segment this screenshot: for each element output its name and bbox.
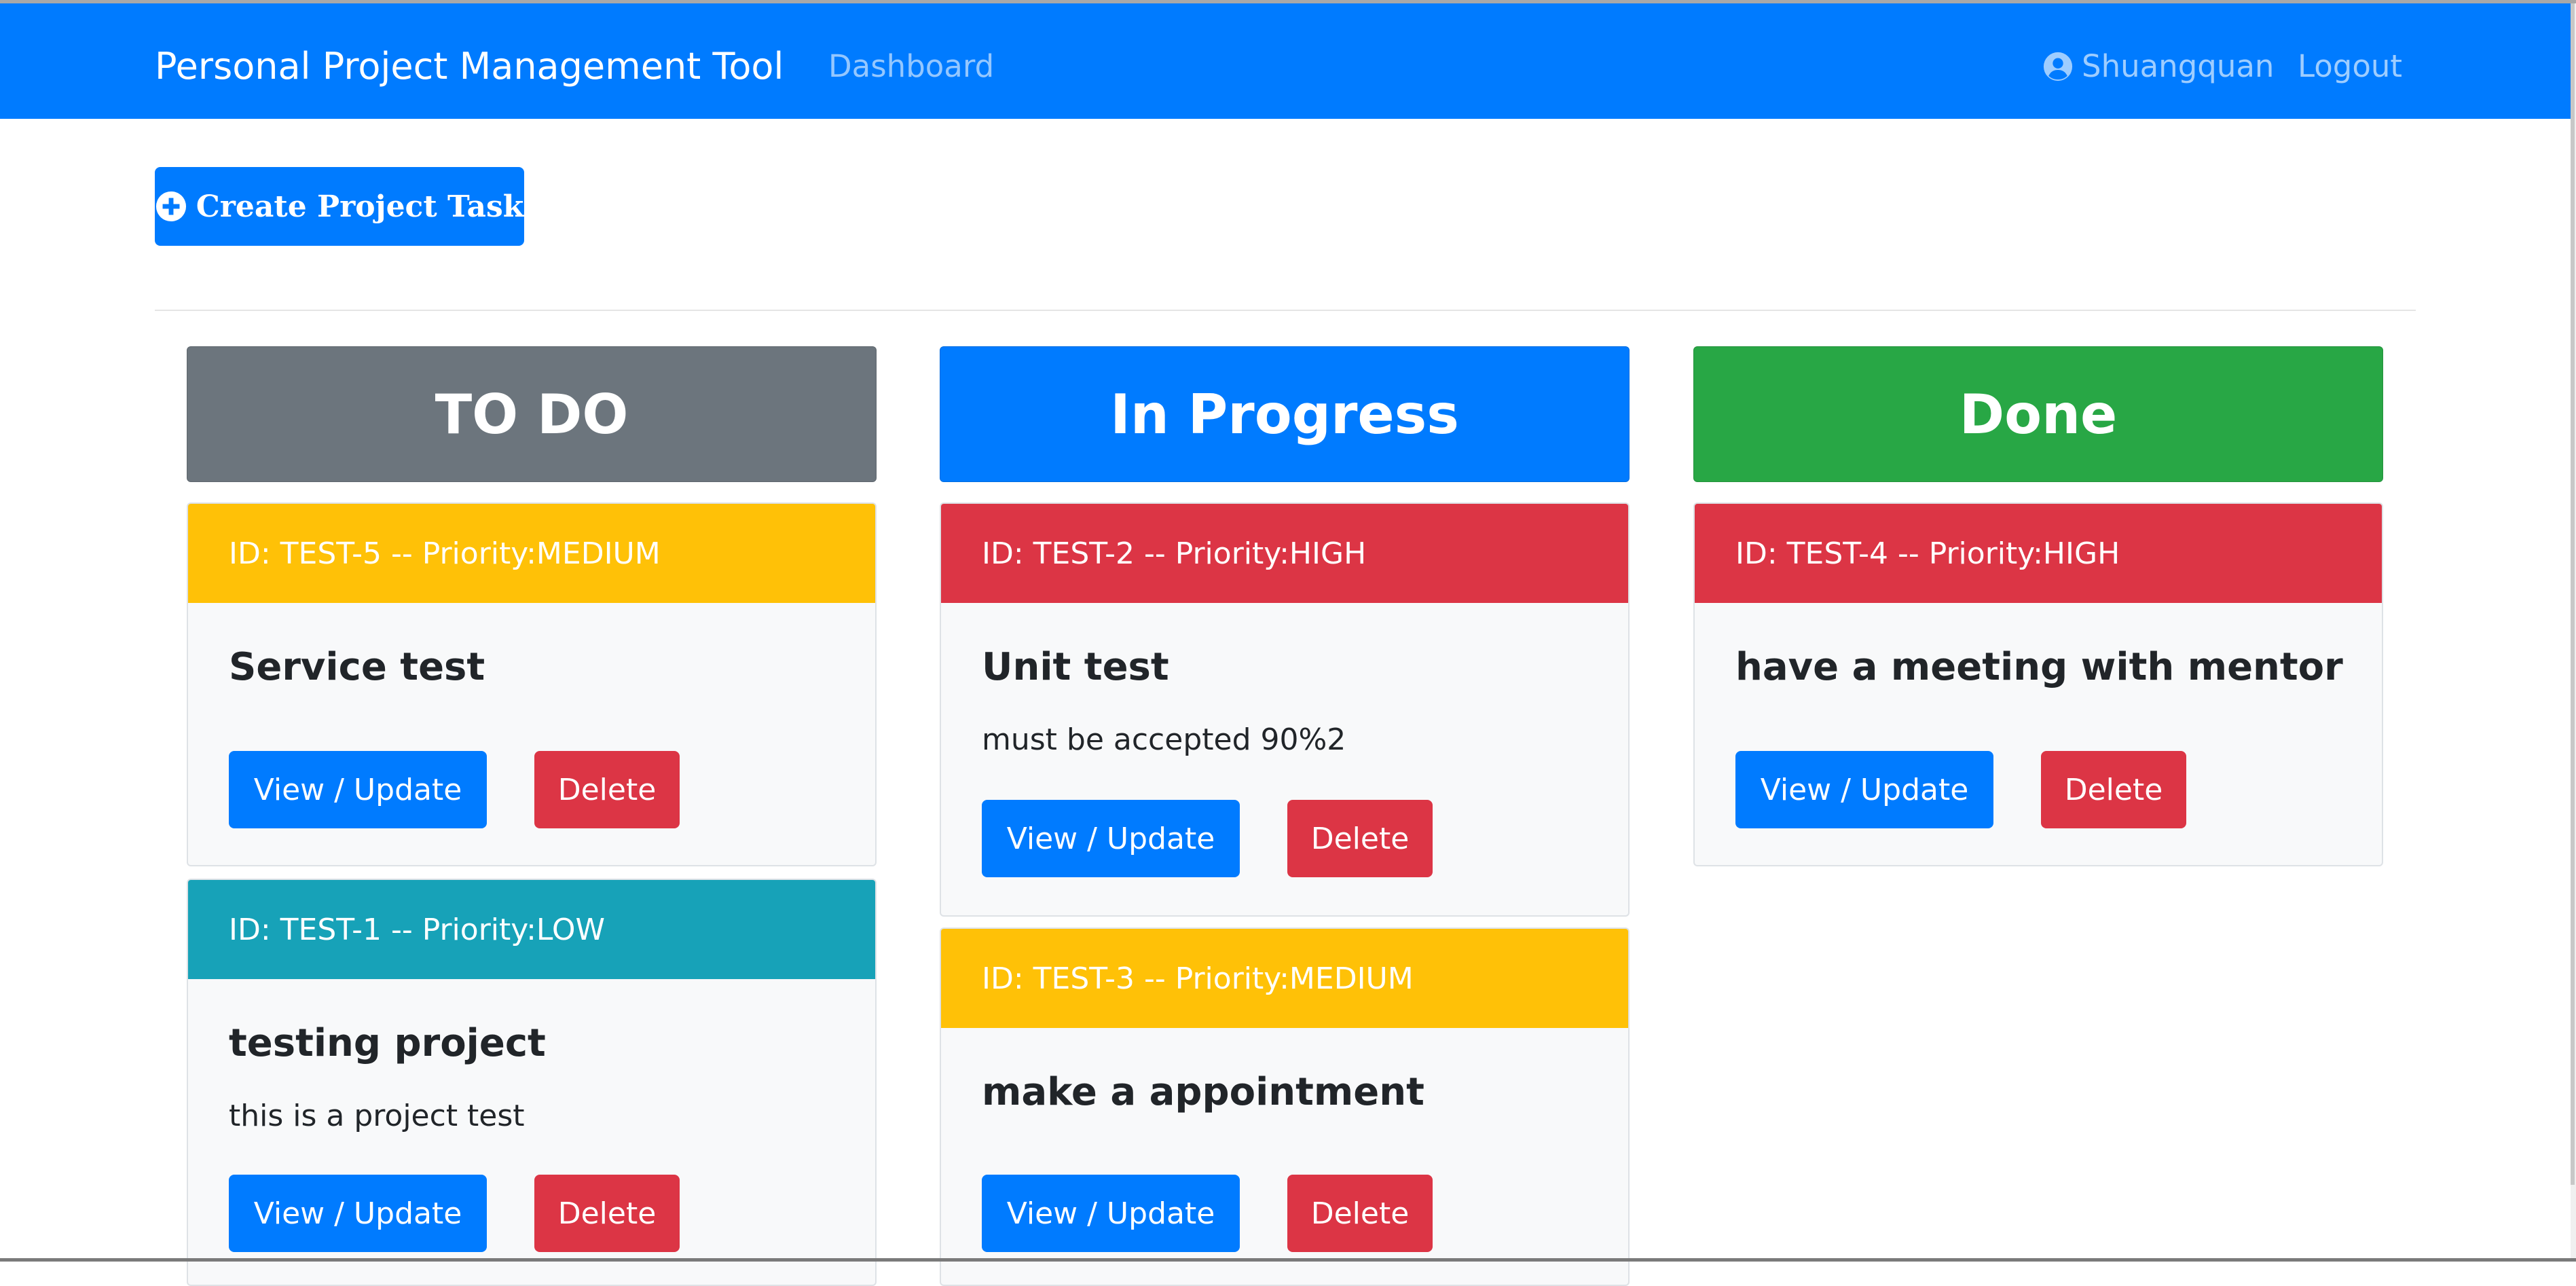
- view-update-button[interactable]: View / Update: [1735, 751, 1993, 828]
- task-card: ID: TEST-4 -- Priority:HIGH have a meeti…: [1693, 502, 2383, 866]
- create-project-task-button[interactable]: Create Project Task: [155, 167, 524, 246]
- delete-button[interactable]: Delete: [2041, 751, 2186, 828]
- task-card: ID: TEST-3 -- Priority:MEDIUM make a app…: [940, 927, 1630, 1286]
- task-card: ID: TEST-5 -- Priority:MEDIUM Service te…: [187, 502, 877, 866]
- task-card: ID: TEST-2 -- Priority:HIGH Unit test mu…: [940, 502, 1630, 917]
- brand-link[interactable]: Personal Project Management Tool: [155, 44, 784, 89]
- task-card-header: ID: TEST-1 -- Priority:LOW: [188, 880, 875, 979]
- view-update-button[interactable]: View / Update: [229, 751, 487, 828]
- nav-user-name: Shuangquan: [2082, 48, 2275, 84]
- nav-user-link[interactable]: Shuangquan: [2042, 46, 2274, 87]
- delete-button[interactable]: Delete: [1287, 800, 1433, 877]
- delete-button[interactable]: Delete: [534, 1175, 680, 1252]
- task-card-header: ID: TEST-2 -- Priority:HIGH: [941, 504, 1628, 603]
- user-circle-icon: [2043, 52, 2073, 81]
- navbar: Personal Project Management Tool Dashboa…: [0, 3, 2571, 119]
- task-card-header: ID: TEST-5 -- Priority:MEDIUM: [188, 504, 875, 603]
- task-card: ID: TEST-1 -- Priority:LOW testing proje…: [187, 879, 877, 1286]
- scrollbar[interactable]: [2571, 3, 2576, 1262]
- plus-circle-icon: [155, 191, 186, 222]
- view-update-button[interactable]: View / Update: [982, 800, 1240, 877]
- view-update-button[interactable]: View / Update: [982, 1175, 1240, 1252]
- window-bottom-border: [0, 1258, 2576, 1262]
- task-card-description: this is a project test: [229, 1099, 525, 1133]
- scrollbar-thumb[interactable]: [2571, 3, 2575, 1185]
- task-card-title: Unit test: [982, 645, 1169, 689]
- column-header-in-progress: In Progress: [940, 346, 1630, 482]
- nav-logout-link[interactable]: Logout: [2298, 46, 2402, 87]
- task-card-title: have a meeting with mentor: [1735, 645, 2343, 689]
- view-update-button[interactable]: View / Update: [229, 1175, 487, 1252]
- create-project-task-label: Create Project Task: [196, 189, 524, 224]
- task-card-header: ID: TEST-4 -- Priority:HIGH: [1695, 504, 2382, 603]
- delete-button[interactable]: Delete: [534, 751, 680, 828]
- task-card-title: Service test: [229, 645, 485, 689]
- delete-button[interactable]: Delete: [1287, 1175, 1433, 1252]
- task-card-description: must be accepted 90%2: [982, 722, 1346, 757]
- column-header-done: Done: [1693, 346, 2383, 482]
- column-header-todo: TO DO: [187, 346, 877, 482]
- nav-dashboard-link[interactable]: Dashboard: [828, 46, 994, 87]
- task-card-title: testing project: [229, 1021, 546, 1065]
- divider: [155, 310, 2416, 311]
- task-card-title: make a appointment: [982, 1070, 1424, 1114]
- task-card-header: ID: TEST-3 -- Priority:MEDIUM: [941, 929, 1628, 1028]
